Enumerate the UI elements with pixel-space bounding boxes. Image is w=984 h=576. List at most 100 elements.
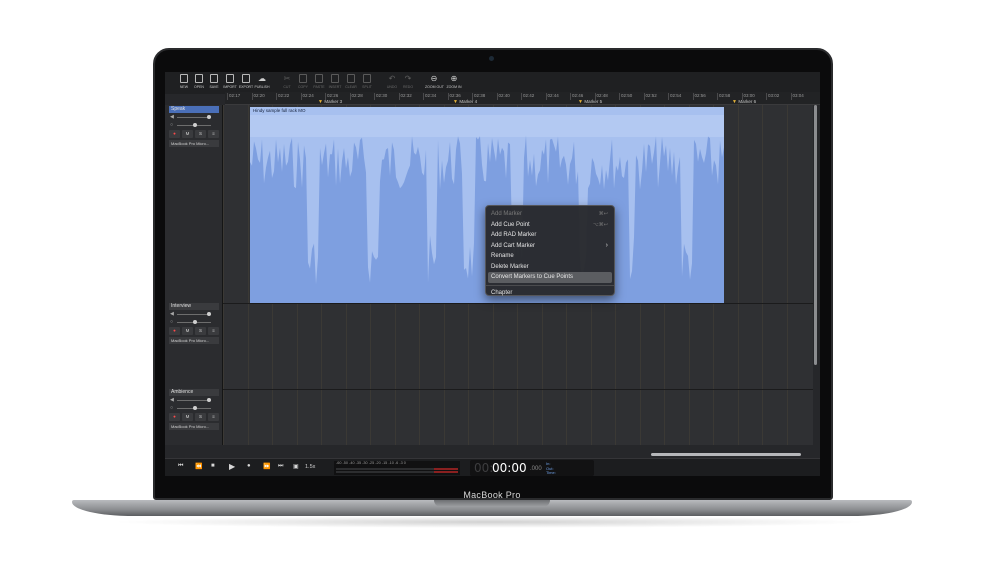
ruler-tick: 02:32: [398, 93, 412, 100]
slider-track: [177, 400, 211, 401]
grid-line: [223, 105, 224, 445]
laptop-shadow: [110, 516, 870, 528]
solo-button[interactable]: S: [195, 327, 206, 335]
slider-knob[interactable]: [193, 123, 197, 127]
mute-button[interactable]: M: [182, 130, 193, 138]
menu-item-add-marker: Add Marker ⌘↩: [486, 209, 614, 220]
menu-item-add-cart-marker[interactable]: Add Cart Marker ›: [486, 241, 614, 252]
stop-icon[interactable]: ■: [211, 463, 215, 469]
laptop-model-label: MacBook Pro: [463, 490, 521, 500]
waveform-headroom: [250, 115, 724, 137]
track-lanes[interactable]: Hindy sample full rack MO Add Marker ⌘↩ Ad…: [223, 105, 813, 445]
track-menu-button[interactable]: ≡: [208, 413, 219, 421]
track-menu-button[interactable]: ≡: [208, 130, 219, 138]
loop-icon[interactable]: ▣: [293, 463, 299, 470]
skip-back-icon[interactable]: ⏮: [178, 463, 183, 470]
input-device-select[interactable]: MacBook Pro Micro...: [169, 423, 219, 430]
playback-speed[interactable]: 1.5x: [305, 464, 315, 470]
meter-scale: -60 -50 -40 -35 -30 -25 -20 -15 -10 -6 -…: [336, 461, 406, 465]
slider-knob[interactable]: [207, 398, 211, 402]
zoom-out-icon: ⊖: [430, 74, 438, 83]
toolbar-split-button[interactable]: SPLIT: [358, 74, 376, 92]
menu-item-label: Convert Markers to Cue Points: [491, 274, 574, 280]
menu-item-chapter[interactable]: Chapter: [486, 288, 614, 299]
input-device-select[interactable]: MacBook Pro Micro...: [169, 140, 219, 147]
track-name[interactable]: Interview: [169, 303, 219, 310]
cloud-upload-icon: ☁: [258, 74, 266, 83]
skip-forward-icon[interactable]: ⏭: [278, 463, 283, 470]
ruler-tick: 02:58: [717, 93, 731, 100]
record-arm-button[interactable]: ●: [169, 130, 180, 138]
slider-track: [177, 314, 211, 315]
toolbar-label: PUBLISH: [254, 85, 270, 89]
record-icon[interactable]: ●: [247, 463, 251, 469]
solo-button[interactable]: S: [195, 413, 206, 421]
toolbar-publish-button[interactable]: ☁ PUBLISH: [253, 74, 271, 92]
transport-bar: 1.5x -60 -50 -40 -35 -30 -25 -20 -15 -10…: [165, 458, 820, 476]
record-arm-button[interactable]: ●: [169, 413, 180, 421]
toolbar-redo-button[interactable]: ↷ REDO: [399, 74, 417, 92]
volume-slider[interactable]: ◀: [169, 113, 219, 121]
volume-slider[interactable]: ◀: [169, 310, 219, 318]
insert-icon: [331, 74, 339, 83]
slider-knob[interactable]: [193, 320, 197, 324]
ruler-tick: 02:56: [692, 93, 706, 100]
pan-slider[interactable]: ○: [169, 404, 219, 412]
menu-item-add-rad-marker[interactable]: Add RAD Marker: [486, 230, 614, 241]
fast-forward-icon[interactable]: ⏩: [263, 463, 270, 470]
mute-button[interactable]: M: [182, 327, 193, 335]
mute-button[interactable]: M: [182, 413, 193, 421]
pan-slider[interactable]: ○: [169, 318, 219, 326]
ruler-tick: 02:22: [276, 93, 290, 100]
zoom-in-icon: ⊕: [450, 74, 458, 83]
track-buttons: ● M S ≡: [169, 130, 219, 138]
product-shot: MacBook Pro NEW OPEN SAVE IMPORT EXPORT ☁ PUBL…: [0, 0, 984, 576]
slider-knob[interactable]: [193, 406, 197, 410]
menu-shortcut: ⌥⌘↩: [593, 221, 608, 228]
ruler-tick: 02:17: [227, 93, 241, 100]
menu-item-add-cue-point[interactable]: Add Cue Point ⌥⌘↩: [486, 220, 614, 231]
menu-item-delete-marker[interactable]: Delete Marker: [486, 262, 614, 273]
new-file-icon: [180, 74, 188, 83]
toolbar-zoom-in-button[interactable]: ⊕ ZOOM IN: [445, 74, 463, 92]
track-name[interactable]: Ambience: [169, 389, 219, 396]
track-controls-panel: Speak ◀ ○ ● M S ≡ MacBook Pro Micro... Interview…: [165, 105, 223, 445]
rewind-icon[interactable]: ⏪: [195, 463, 202, 470]
menu-item-convert-markers-to-cue-points[interactable]: Convert Markers to Cue Points: [488, 272, 612, 283]
ruler-tick: 02:50: [619, 93, 633, 100]
vertical-scrollbar[interactable]: [814, 105, 817, 365]
slider-knob[interactable]: [207, 115, 211, 119]
marker-label: Marker 4: [459, 99, 478, 104]
toolbar-zoom-out-button[interactable]: ⊖ ZOOM OUT: [425, 74, 444, 92]
pan-slider[interactable]: ○: [169, 121, 219, 129]
play-icon[interactable]: ▶: [229, 462, 235, 471]
context-menu: Add Marker ⌘↩ Add Cue Point ⌥⌘↩ Add RAD Mark…: [485, 205, 615, 296]
time-label: Time:: [546, 470, 556, 475]
track-name[interactable]: Speak: [169, 106, 219, 113]
marker-label: Marker 3: [324, 99, 343, 104]
marker-label: Marker 5: [584, 99, 603, 104]
save-icon: [210, 74, 218, 83]
record-arm-button[interactable]: ●: [169, 327, 180, 335]
menu-separator: [486, 284, 614, 286]
timeline-ruler[interactable]: 02:17 02:20 02:22 02:24 02:26 02:28 02:30 02:32…: [225, 92, 820, 105]
ruler-tick: 02:54: [668, 93, 682, 100]
volume-slider[interactable]: ◀: [169, 396, 219, 404]
grid-line: [762, 105, 763, 445]
track-speak-controls: Speak ◀ ○ ● M S ≡ MacBook Pro Micro...: [169, 106, 219, 147]
ruler-tick: 02:20: [251, 93, 265, 100]
paste-icon: [315, 74, 323, 83]
slider-track: [177, 117, 211, 118]
ruler-tick: 02:44: [545, 93, 559, 100]
menu-item-label: Add RAD Marker: [491, 232, 537, 238]
input-device-select[interactable]: MacBook Pro Micro...: [169, 337, 219, 344]
menu-item-rename[interactable]: Rename: [486, 251, 614, 262]
slider-knob[interactable]: [207, 312, 211, 316]
clip-title: Hindy sample full rack MO: [253, 108, 306, 113]
ruler-tick: 02:28: [349, 93, 363, 100]
horizontal-scrollbar[interactable]: [651, 453, 801, 456]
solo-button[interactable]: S: [195, 130, 206, 138]
toolbar-label: SPLIT: [362, 85, 372, 89]
track-menu-button[interactable]: ≡: [208, 327, 219, 335]
pan-icon: ○: [170, 405, 174, 411]
